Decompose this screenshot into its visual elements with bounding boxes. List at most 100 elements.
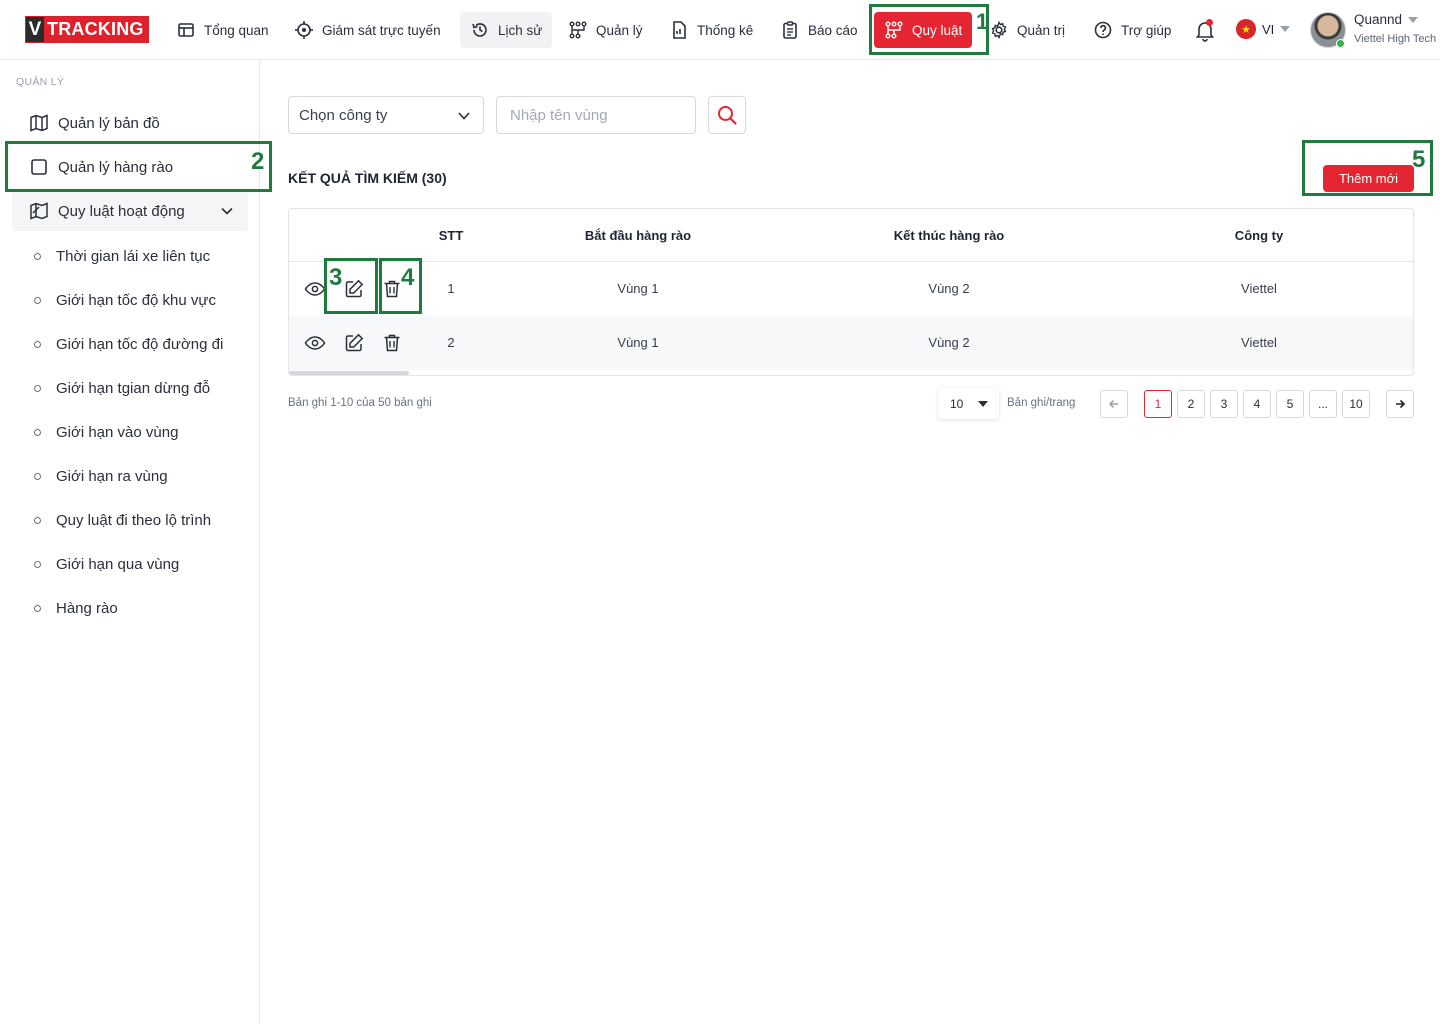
cell-end-fence: Vùng 2 (928, 281, 970, 296)
caret-down-icon (1280, 26, 1291, 32)
column-header: Kết thúc hàng rào (893, 228, 1005, 243)
cell-company: Viettel (1241, 281, 1277, 296)
sidebar-item-fence[interactable]: Quản lý hàng rào (12, 147, 248, 187)
logo-v: V (26, 17, 44, 42)
history-icon (472, 23, 487, 37)
nav-thong-ke[interactable]: Thống kê (669, 12, 753, 48)
nav-label: Quản trị (1017, 22, 1066, 38)
results-title: KẾT QUẢ TÌM KIẾM (30) (288, 170, 447, 186)
sidebar-subitem-label: Giới hạn tốc độ khu vực (56, 291, 216, 309)
horizontal-scrollbar[interactable] (289, 371, 409, 375)
bullet-icon (34, 384, 41, 392)
sidebar-subitem[interactable]: Quy luật đi theo lộ trình (34, 508, 211, 532)
dashboard-icon (178, 23, 194, 37)
page-button[interactable]: 10 (1342, 390, 1370, 418)
nav-quy-luat[interactable]: Quy luật (874, 12, 973, 48)
sidebar-item-label: Quản lý bản đồ (58, 114, 160, 132)
map-icon (30, 114, 48, 132)
bell-icon[interactable] (1193, 18, 1217, 42)
bullet-icon (34, 340, 41, 348)
language-selector[interactable]: ★ VI (1236, 19, 1291, 39)
per-page-label: Bản ghi/trang (1007, 397, 1076, 409)
sidebar-subitem[interactable]: Giới hạn tốc độ đường đi (34, 332, 223, 356)
nav-label: Giám sát trực tuyến (322, 22, 441, 38)
sidebar-subitem[interactable]: Thời gian lái xe liên tục (34, 244, 210, 268)
user-menu[interactable]: Quannd (1354, 12, 1419, 27)
sidebar: QUẢN LÝ Quản lý bản đồ Quản lý hàng rào … (0, 60, 260, 1024)
bullet-icon (34, 560, 41, 568)
vietnam-flag-icon: ★ (1236, 19, 1256, 39)
sidebar-subitem[interactable]: Giới hạn tgian dừng đỗ (34, 376, 210, 400)
table-row: 2 Vùng 1 Vùng 2 Viettel (289, 316, 1413, 370)
bullet-icon (34, 296, 41, 304)
column-header: Bắt đầu hàng rào (584, 228, 692, 243)
bullet-icon (34, 516, 41, 524)
sidebar-item-map[interactable]: Quản lý bản đồ (12, 103, 248, 143)
user-name: Quannd (1354, 12, 1403, 27)
nav-giam-sat[interactable]: Giám sát trực tuyến (294, 12, 441, 48)
search-button[interactable] (708, 96, 746, 134)
sidebar-item-rules[interactable]: Quy luật hoạt động (12, 191, 248, 231)
eye-icon[interactable] (304, 332, 326, 354)
next-page-button[interactable] (1386, 390, 1414, 418)
nav-quan-ly[interactable]: Quản lý (568, 12, 643, 48)
nav-tro-giup[interactable]: Trợ giúp (1093, 12, 1171, 48)
trash-icon[interactable] (381, 332, 403, 354)
cell-company: Viettel (1241, 335, 1277, 350)
cell-end-fence: Vùng 2 (928, 335, 970, 350)
zone-name-input[interactable] (496, 96, 696, 134)
column-header: Công ty (1234, 228, 1284, 243)
bullet-icon (34, 252, 41, 260)
annotation-number: 1 (976, 9, 989, 34)
vtracking-logo[interactable]: V TRACKING (25, 16, 149, 43)
sidebar-subitem-label: Giới hạn tgian dừng đỗ (56, 379, 211, 397)
edit-icon[interactable] (343, 332, 365, 354)
arrow-right-icon (1396, 399, 1406, 409)
notification-dot (1206, 19, 1213, 26)
nav-label: Quy luật (912, 22, 963, 38)
page-button[interactable]: 3 (1210, 390, 1238, 418)
sidebar-item-label: Quản lý hàng rào (58, 158, 174, 176)
bullet-icon (34, 428, 41, 436)
sidebar-subitem[interactable]: Giới hạn ra vùng (34, 464, 168, 488)
nav-label: Báo cáo (808, 22, 858, 38)
page-button[interactable]: 5 (1276, 390, 1304, 418)
cell-stt: 2 (447, 335, 455, 350)
online-status-dot (1336, 39, 1345, 48)
page-button[interactable]: 2 (1177, 390, 1205, 418)
target-icon (295, 21, 313, 39)
gear-icon (991, 21, 1007, 39)
nav-tong-quan[interactable]: Tổng quan (176, 12, 269, 48)
cell-start-fence: Vùng 1 (617, 281, 659, 296)
page-ellipsis[interactable]: ... (1309, 390, 1337, 418)
rules-icon (885, 21, 903, 39)
sidebar-subitem-label: Giới hạn vào vùng (56, 423, 179, 441)
sidebar-subitem[interactable]: Hàng rào (34, 596, 118, 620)
user-org: Viettel High Tech (1354, 33, 1437, 45)
chevron-down-icon (458, 112, 470, 120)
add-new-button[interactable]: Thêm mới (1323, 165, 1414, 192)
company-select[interactable]: Chọn công ty (288, 96, 484, 134)
help-icon (1094, 21, 1112, 39)
bullet-icon (34, 472, 41, 480)
nav-bao-cao[interactable]: Báo cáo (780, 12, 858, 48)
sidebar-subitem[interactable]: Giới hạn vào vùng (34, 420, 178, 444)
annotation-number: 2 (251, 148, 265, 175)
edit-icon[interactable] (343, 278, 365, 300)
manage-icon (569, 21, 587, 39)
eye-icon[interactable] (304, 278, 326, 300)
table-row: 1 Vùng 1 Vùng 2 Viettel (289, 262, 1413, 316)
square-icon (31, 159, 47, 175)
results-table: STT Bắt đầu hàng rào Kết thúc hàng rào C… (288, 208, 1414, 376)
sidebar-subitem-label: Giới hạn tốc độ đường đi (56, 335, 224, 353)
nav-lich-su[interactable]: Lịch sử (460, 12, 553, 48)
page-size-select[interactable]: 10 (938, 388, 999, 419)
sidebar-subitem[interactable]: Giới hạn tốc độ khu vực (34, 288, 216, 312)
sidebar-subitem[interactable]: Giới hạn qua vùng (34, 552, 179, 576)
page-button[interactable]: 4 (1243, 390, 1271, 418)
trash-icon[interactable] (381, 278, 403, 300)
table-header: STT Bắt đầu hàng rào Kết thúc hàng rào C… (289, 209, 1413, 262)
prev-page-button[interactable] (1100, 390, 1128, 418)
page-button[interactable]: 1 (1144, 390, 1172, 418)
nav-quan-tri[interactable]: Quản trị (989, 12, 1065, 48)
